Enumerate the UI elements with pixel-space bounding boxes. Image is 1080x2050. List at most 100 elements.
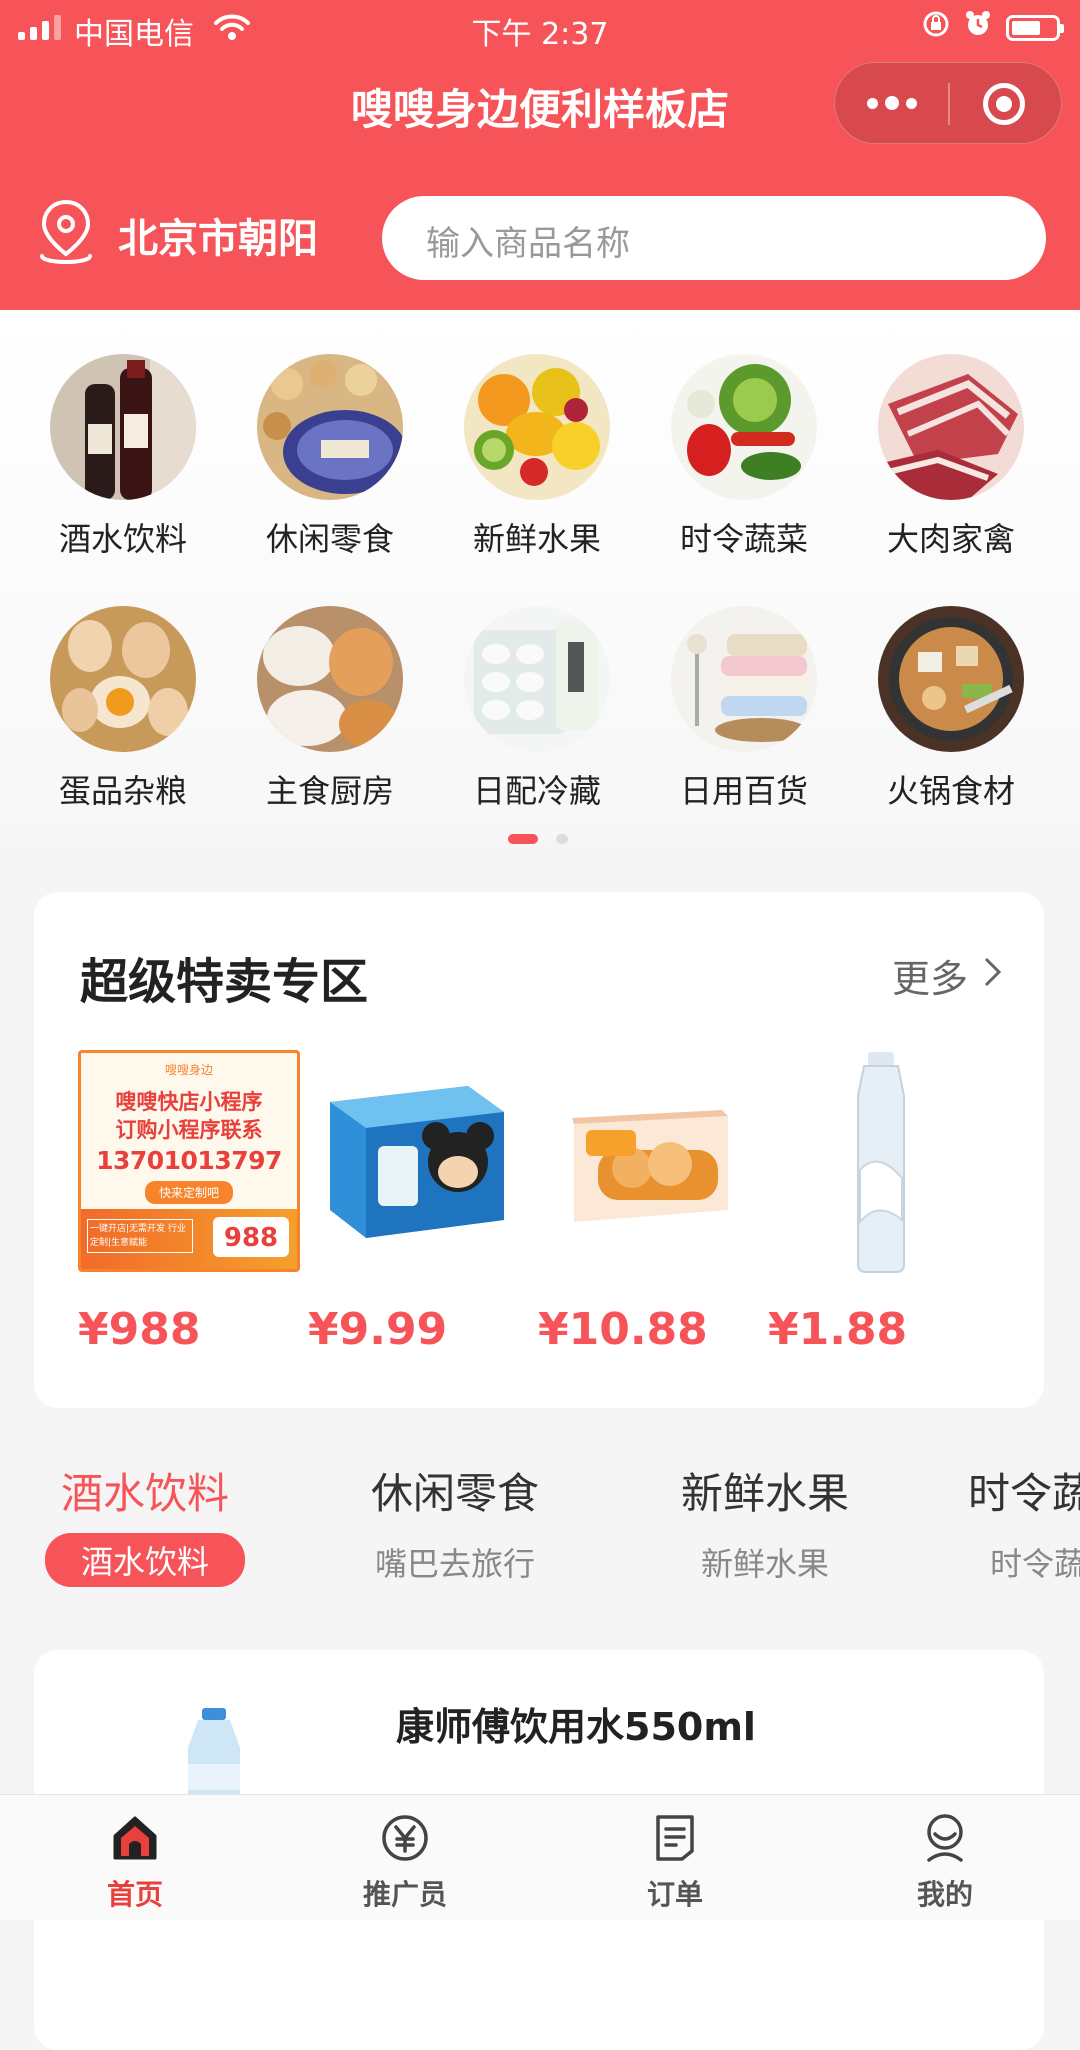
category-item[interactable]: 主食厨房 xyxy=(245,606,415,812)
more-link[interactable]: 更多 xyxy=(892,948,1004,1003)
tab-label: 首页 xyxy=(106,1878,163,1911)
product-price: ¥9.99 xyxy=(308,1304,448,1355)
status-bar: 中国电信 下午 2:37 xyxy=(0,0,1080,54)
category-label: 时令蔬菜 xyxy=(679,520,808,558)
page-dot-active xyxy=(508,834,538,844)
chevron-right-icon xyxy=(982,954,1004,998)
tab-profile[interactable]: 我的 xyxy=(845,1809,1045,1913)
order-icon xyxy=(575,1809,775,1867)
category-item[interactable]: 蛋品杂粮 xyxy=(38,606,208,812)
pork-meat-image xyxy=(878,354,1024,500)
more-label: 更多 xyxy=(891,957,968,1001)
search-placeholder: 输入商品名称 xyxy=(426,224,630,264)
search-input[interactable]: 输入商品名称 xyxy=(382,196,1046,280)
tab-promoter[interactable]: 推广员 xyxy=(305,1809,505,1913)
tab-orders[interactable]: 订单 xyxy=(575,1809,775,1913)
product-name: 康师傅饮用水550ml xyxy=(396,1705,756,1749)
ad-line1: 嗖嗖快店小程序 xyxy=(115,1090,263,1114)
tab-subtitle: 酒水饮料 xyxy=(44,1533,245,1587)
tab-subtitle: 嘴巴去旅行 xyxy=(374,1545,535,1583)
ad-tag: 快来定制吧 xyxy=(144,1181,233,1204)
ad-poster-image: 嗖嗖身边 嗖嗖快店小程序 订购小程序联系 13701013797 快来定制吧 一… xyxy=(78,1050,302,1274)
tab-title: 新鲜水果 xyxy=(680,1469,849,1518)
alarm-icon xyxy=(964,10,992,46)
ad-number: 988 xyxy=(213,1217,289,1257)
page-indicator xyxy=(0,834,1080,844)
category-label: 日用百货 xyxy=(679,772,808,810)
category-item[interactable]: 新鲜水果 xyxy=(452,354,622,560)
steamed-buns-image xyxy=(257,606,403,752)
tab-vegetables[interactable]: 时令蔬菜 时令蔬菜 xyxy=(968,1460,1080,1585)
product-price: ¥1.88 xyxy=(768,1304,908,1355)
category-tabs: 酒水饮料 酒水饮料 休闲零食 嘴巴去旅行 新鲜水果 新鲜水果 时令蔬菜 时令蔬菜 xyxy=(0,1460,1080,1610)
tab-subtitle: 新鲜水果 xyxy=(700,1545,829,1583)
product-card[interactable]: ¥9.99 xyxy=(308,1050,532,1355)
product-price: ¥10.88 xyxy=(538,1304,708,1355)
category-item[interactable]: 日用百货 xyxy=(659,606,829,812)
category-grid: 酒水饮料 休闲零食 新鲜水果 时令蔬菜 大肉家禽 蛋品杂粮 主食厨房 日配冷藏 … xyxy=(0,310,1080,844)
hotpot-image xyxy=(878,606,1024,752)
ad-phone: 13701013797 xyxy=(96,1146,282,1175)
wine-bottles-image xyxy=(50,354,196,500)
frozen-dumplings-image xyxy=(464,606,610,752)
tab-home[interactable]: 首页 xyxy=(35,1809,235,1913)
product-price: ¥988 xyxy=(78,1304,201,1355)
location-pin-icon xyxy=(34,198,98,272)
water-bottle-image xyxy=(768,1050,992,1274)
category-label: 大肉家禽 xyxy=(886,520,1015,558)
profile-icon xyxy=(845,1809,1045,1867)
category-item[interactable]: 休闲零食 xyxy=(245,354,415,560)
category-item[interactable]: 日配冷藏 xyxy=(452,606,622,812)
category-item[interactable]: 酒水饮料 xyxy=(38,354,208,560)
more-options-icon[interactable] xyxy=(835,63,949,143)
miniapp-capsule xyxy=(834,62,1062,144)
category-item[interactable]: 时令蔬菜 xyxy=(659,354,829,560)
ad-line2: 订购小程序联系 xyxy=(115,1118,263,1142)
ad-brand: 嗖嗖身边 xyxy=(164,1063,213,1077)
rotation-lock-icon xyxy=(922,10,950,46)
tab-title: 酒水饮料 xyxy=(60,1469,229,1518)
fruit-bowl-image xyxy=(464,354,610,500)
category-item[interactable]: 大肉家禽 xyxy=(866,354,1036,560)
close-miniapp-icon[interactable] xyxy=(983,83,1025,125)
category-label: 火锅食材 xyxy=(886,772,1015,810)
product-card[interactable]: ¥10.88 xyxy=(538,1050,762,1355)
tab-subtitle: 时令蔬菜 xyxy=(990,1545,1080,1583)
category-label: 酒水饮料 xyxy=(58,520,187,558)
page-dot xyxy=(556,834,568,844)
tab-title: 时令蔬菜 xyxy=(968,1469,1080,1518)
eggs-image xyxy=(50,606,196,752)
tab-title: 休闲零食 xyxy=(370,1469,539,1518)
section-title: 超级特卖专区 xyxy=(80,954,369,1010)
tab-label: 我的 xyxy=(916,1878,973,1911)
tab-label: 推广员 xyxy=(362,1878,447,1911)
category-label: 主食厨房 xyxy=(265,772,394,810)
cracker-box-image xyxy=(538,1050,762,1274)
yen-icon xyxy=(305,1809,505,1867)
product-card[interactable]: 嗖嗖身边 嗖嗖快店小程序 订购小程序联系 13701013797 快来定制吧 一… xyxy=(78,1050,302,1355)
bottom-tab-bar: 首页 推广员 订单 我的 xyxy=(0,1794,1080,1920)
vegetables-image xyxy=(671,354,817,500)
home-icon xyxy=(35,1809,235,1867)
status-time: 下午 2:37 xyxy=(471,17,609,52)
status-icons xyxy=(922,10,1064,46)
category-label: 蛋品杂粮 xyxy=(58,772,187,810)
location-selector[interactable]: 北京市朝阳 xyxy=(34,198,318,272)
mickey-icecream-box-image xyxy=(308,1050,532,1274)
ad-small-text: 一键开店|无需开发 行业定制|生意赋能 xyxy=(87,1219,193,1253)
battery-icon xyxy=(1006,15,1064,41)
tab-drinks[interactable]: 酒水饮料 酒水饮料 xyxy=(40,1460,250,1587)
category-label: 休闲零食 xyxy=(265,520,394,558)
header: 中国电信 下午 2:37 嗖嗖身边便利样板店 北京市朝阳 输入商品名称 xyxy=(0,0,1080,310)
location-text: 北京市朝阳 xyxy=(118,216,318,262)
cookie-tin-image xyxy=(257,354,403,500)
tab-fruits[interactable]: 新鲜水果 新鲜水果 xyxy=(660,1460,870,1585)
tab-label: 订单 xyxy=(646,1878,703,1911)
special-sale-section: 超级特卖专区 更多 嗖嗖身边 嗖嗖快店小程序 订购小程序联系 137010137… xyxy=(34,892,1044,1408)
product-card[interactable]: ¥1.88 xyxy=(768,1050,992,1355)
category-label: 日配冷藏 xyxy=(472,772,601,810)
category-label: 新鲜水果 xyxy=(472,520,601,558)
towels-image xyxy=(671,606,817,752)
category-item[interactable]: 火锅食材 xyxy=(866,606,1036,812)
tab-snacks[interactable]: 休闲零食 嘴巴去旅行 xyxy=(350,1460,560,1585)
